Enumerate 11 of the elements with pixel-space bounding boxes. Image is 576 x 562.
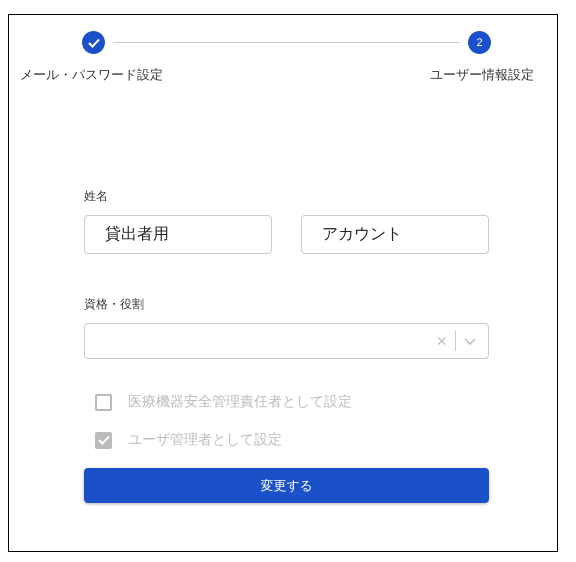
checkbox-label: 医療機器安全管理責任者として設定 xyxy=(128,393,352,411)
checkbox-label: ユーザ管理者として設定 xyxy=(128,431,282,449)
field-label: 資格・役割 xyxy=(84,296,144,313)
last-name-field[interactable]: 貸出者用 xyxy=(84,215,272,254)
step-number: 2 xyxy=(468,31,491,54)
submit-button[interactable]: 変更する xyxy=(84,468,489,503)
chevron-down-icon[interactable] xyxy=(464,338,476,344)
step-label: メール・パスワード設定 xyxy=(20,66,163,84)
step-label: ユーザー情報設定 xyxy=(430,66,534,84)
field-label: 姓名 xyxy=(84,188,108,205)
first-name-field[interactable]: アカウント xyxy=(301,215,489,254)
